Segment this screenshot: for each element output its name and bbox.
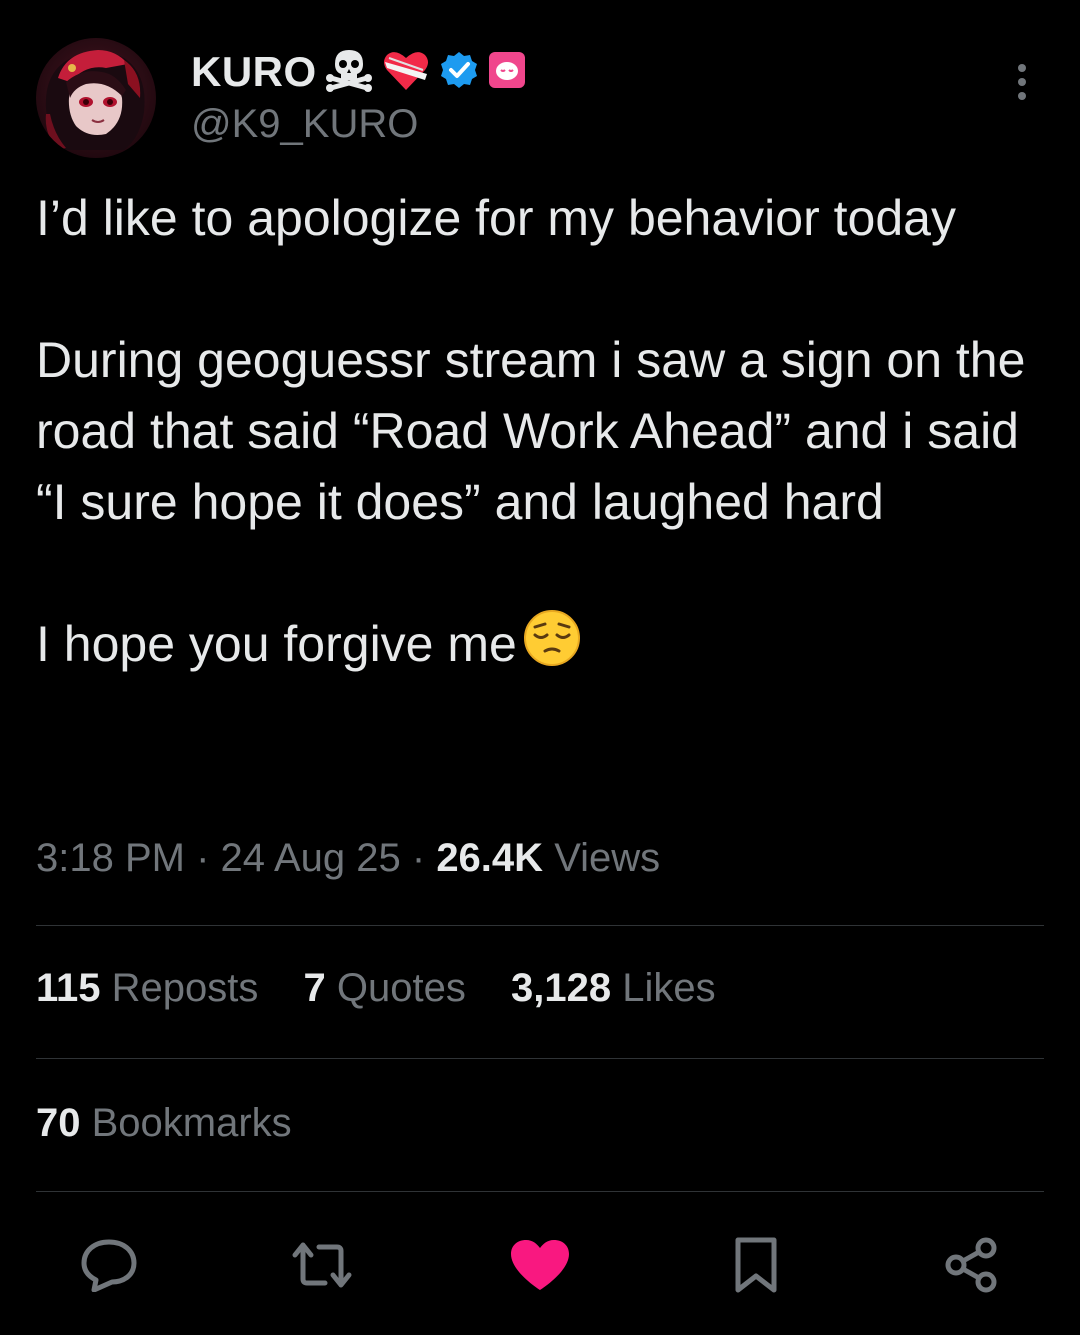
divider [36,925,1044,926]
divider [36,1058,1044,1059]
author-handle[interactable]: @K9_KURO [191,102,527,147]
tweet-meta: 3:18 PM · 24 Aug 25 · 26.4K Views [36,836,660,881]
likes-stat[interactable]: 3,128 Likes [511,966,716,1010]
engagement-stats: 115 Reposts 7 Quotes 3,128 Likes [36,966,750,1011]
bookmarks-count: 70 [36,1101,81,1145]
tweet-paragraph-3-wrap: I hope you forgive me [36,609,1044,686]
reply-icon[interactable] [74,1230,144,1300]
more-options-icon[interactable] [1014,64,1030,108]
display-name[interactable]: KURO [191,48,317,96]
meta-separator: · [196,836,210,880]
display-name-row[interactable]: KURO [191,44,527,100]
tweet-text: I’d like to apologize for my behavior to… [36,183,1044,686]
bandaged-heart-icon [381,48,431,97]
likes-label: Likes [622,966,716,1010]
likes-count: 3,128 [511,966,612,1010]
divider [36,1191,1044,1192]
tweet-paragraph-2: During geoguessr stream i saw a sign on … [36,332,1026,530]
avatar[interactable] [36,38,156,158]
like-icon[interactable] [505,1230,575,1300]
reposts-label: Reposts [111,966,259,1010]
quotes-stat[interactable]: 7 Quotes [304,966,466,1010]
pink-face-icon [487,50,527,95]
quotes-label: Quotes [336,966,466,1010]
meta-separator: · [411,836,426,880]
repost-icon[interactable] [287,1230,357,1300]
verified-badge-icon[interactable] [439,50,479,95]
skull-crossbones-icon [325,48,373,97]
action-bar [0,1230,1080,1300]
tweet-paragraph-3: I hope you forgive me [36,616,517,672]
pensive-face-icon [523,609,581,686]
tweet-time[interactable]: 3:18 PM [36,836,185,880]
quotes-count: 7 [303,966,326,1010]
bookmarks-stat[interactable]: 70 Bookmarks [36,1101,292,1146]
share-icon[interactable] [936,1230,1006,1300]
bookmarks-label: Bookmarks [91,1101,292,1145]
author-names: KURO @K9_KURO [191,44,527,147]
tweet-paragraph-1: I’d like to apologize for my behavior to… [36,190,956,246]
tweet-detail: KURO @K9_KURO I’d like to apologize for … [0,0,1080,1335]
reposts-count: 115 [36,966,101,1010]
tweet-header: KURO @K9_KURO [36,38,1044,160]
tweet-date[interactable]: 24 Aug 25 [221,836,401,880]
bookmark-icon[interactable] [721,1230,791,1300]
reposts-stat[interactable]: 115 Reposts [36,966,258,1010]
views-count[interactable]: 26.4K [436,836,543,880]
views-label[interactable]: Views [554,836,660,880]
